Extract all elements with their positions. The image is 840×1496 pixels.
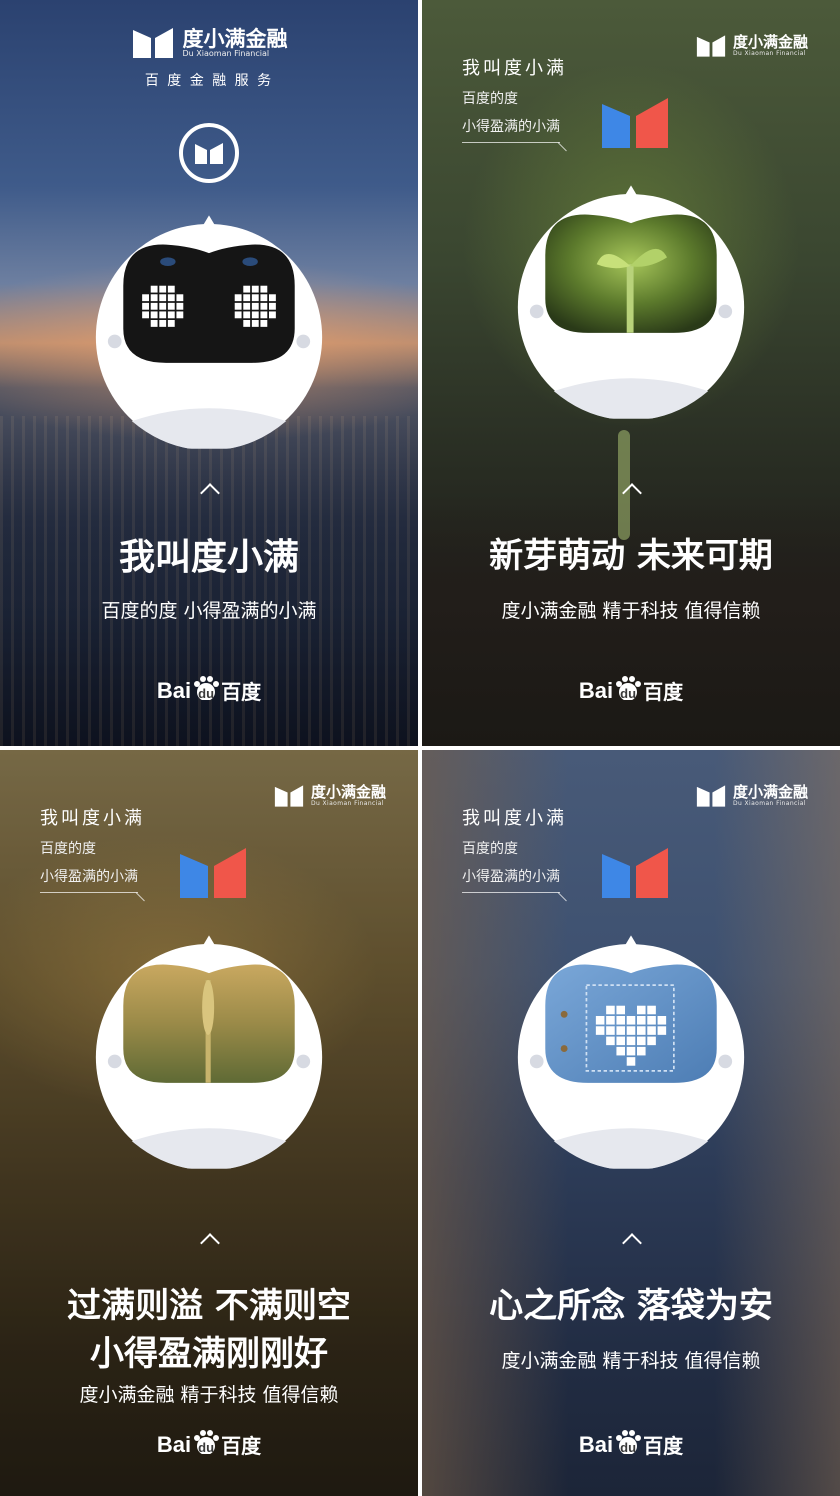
- poster-panel-4: 度小满金融 Du Xiaoman Financial 我叫度小满 百度的度 小得…: [422, 750, 840, 1496]
- baidu-logo-latin: Bai: [156, 677, 192, 703]
- baidu-logo-cn: 百度: [643, 680, 684, 704]
- baidu-logo: Bai du 百度: [422, 675, 840, 705]
- poster-panel-3: 度小满金融 Du Xiaoman Financial 我叫度小满 百度的度 小得…: [0, 750, 418, 1496]
- baidu-logo-cn: 百度: [221, 1434, 262, 1458]
- brand-logo-icon: [132, 28, 173, 58]
- brand-name-en: Du Xiaoman Financial: [732, 49, 806, 57]
- caption-line-1: 我叫度小满: [462, 58, 567, 79]
- brand-logo-header: 度小满金融 Du Xiaoman Financial 百 度 金 融 服 务: [0, 26, 418, 90]
- baidu-logo-latin: Bai: [578, 1431, 614, 1457]
- brand-name-en: Du Xiaoman Financial: [310, 799, 384, 807]
- baidu-logo-cn: 百度: [221, 680, 262, 704]
- caption-divider: [40, 892, 138, 893]
- caption-line-3: 小得盈满的小满: [462, 869, 560, 885]
- brand-name-cn: 度小满金融: [732, 782, 808, 801]
- baidu-logo-latin: Bai: [156, 1431, 192, 1457]
- robot-mascot-icon: [511, 910, 751, 1170]
- brand-logo-header: 度小满金融 Du Xiaoman Financial: [695, 34, 808, 58]
- caption-divider: [462, 142, 560, 143]
- caption-line-1: 我叫度小满: [40, 808, 145, 829]
- baidu-logo: Bai du 百度: [422, 1429, 840, 1459]
- brand-logo-header: 度小满金融 Du Xiaoman Financial: [273, 784, 386, 808]
- paw-icon: du: [615, 1429, 642, 1456]
- headline-line-2: 小得盈满刚刚好: [90, 1334, 328, 1374]
- caption-line-2: 百度的度: [462, 91, 518, 107]
- robot-mascot-icon: [89, 910, 329, 1170]
- caption-line-1: 我叫度小满: [462, 808, 567, 829]
- circle-logo-badge-icon: [179, 123, 239, 183]
- baidu-logo-latin: Bai: [578, 677, 614, 703]
- subtitle: 百度的度 小得盈满的小满: [101, 600, 317, 622]
- baidu-logo-du: du: [198, 686, 215, 701]
- brand-logo-icon: [696, 35, 726, 57]
- headline: 心之所念 落袋为安: [489, 1286, 773, 1326]
- brand-name-cn: 度小满金融: [310, 782, 386, 801]
- caption-line-2: 百度的度: [40, 841, 96, 857]
- baidu-logo-du: du: [620, 686, 637, 701]
- brand-tagline: 百 度 金 融 服 务: [144, 73, 274, 89]
- color-brand-logo-icon: [180, 848, 246, 898]
- baidu-logo-du: du: [620, 1440, 637, 1455]
- brand-name-en: Du Xiaoman Financial: [732, 799, 806, 807]
- brand-name-en: Du Xiaoman Financial: [182, 48, 270, 58]
- robot-mascot-icon: [89, 190, 329, 450]
- brand-name-cn: 度小满金融: [182, 26, 288, 51]
- brand-logo-header: 度小满金融 Du Xiaoman Financial: [695, 784, 808, 808]
- headline: 我叫度小满: [118, 537, 299, 578]
- brand-logo-icon: [696, 785, 726, 807]
- subtitle: 度小满金融 精于科技 值得信赖: [501, 600, 761, 622]
- intro-caption: 我叫度小满 百度的度 小得盈满的小满: [462, 804, 567, 894]
- brand-name-cn: 度小满金融: [732, 32, 808, 51]
- chevron-up-icon[interactable]: [622, 1233, 642, 1253]
- paw-icon: du: [193, 1429, 220, 1456]
- caption-line-2: 百度的度: [462, 841, 518, 857]
- poster-panel-2: 度小满金融 Du Xiaoman Financial 我叫度小满 百度的度 小得…: [422, 0, 840, 746]
- intro-caption: 我叫度小满 百度的度 小得盈满的小满: [462, 54, 567, 144]
- robot-mascot-icon: [511, 160, 751, 420]
- poster-panel-1: 度小满金融 Du Xiaoman Financial 百 度 金 融 服 务 我…: [0, 0, 418, 746]
- subtitle: 度小满金融 精于科技 值得信赖: [501, 1350, 761, 1372]
- baidu-logo-du: du: [198, 1440, 215, 1455]
- baidu-logo-cn: 百度: [643, 1434, 684, 1458]
- paw-icon: du: [615, 675, 642, 702]
- color-brand-logo-icon: [602, 848, 668, 898]
- paw-icon: du: [193, 675, 220, 702]
- subtitle: 度小满金融 精于科技 值得信赖: [79, 1384, 339, 1406]
- color-brand-logo-icon: [602, 98, 668, 148]
- caption-divider: [462, 892, 560, 893]
- baidu-logo: Bai du 百度: [0, 675, 418, 705]
- caption-line-3: 小得盈满的小满: [40, 869, 138, 885]
- headline-line-1: 过满则溢 不满则空: [67, 1286, 351, 1326]
- brand-logo-icon: [274, 785, 304, 807]
- caption-line-3: 小得盈满的小满: [462, 119, 560, 135]
- headline: 新芽萌动 未来可期: [489, 536, 773, 576]
- baidu-logo: Bai du 百度: [0, 1429, 418, 1459]
- intro-caption: 我叫度小满 百度的度 小得盈满的小满: [40, 804, 145, 894]
